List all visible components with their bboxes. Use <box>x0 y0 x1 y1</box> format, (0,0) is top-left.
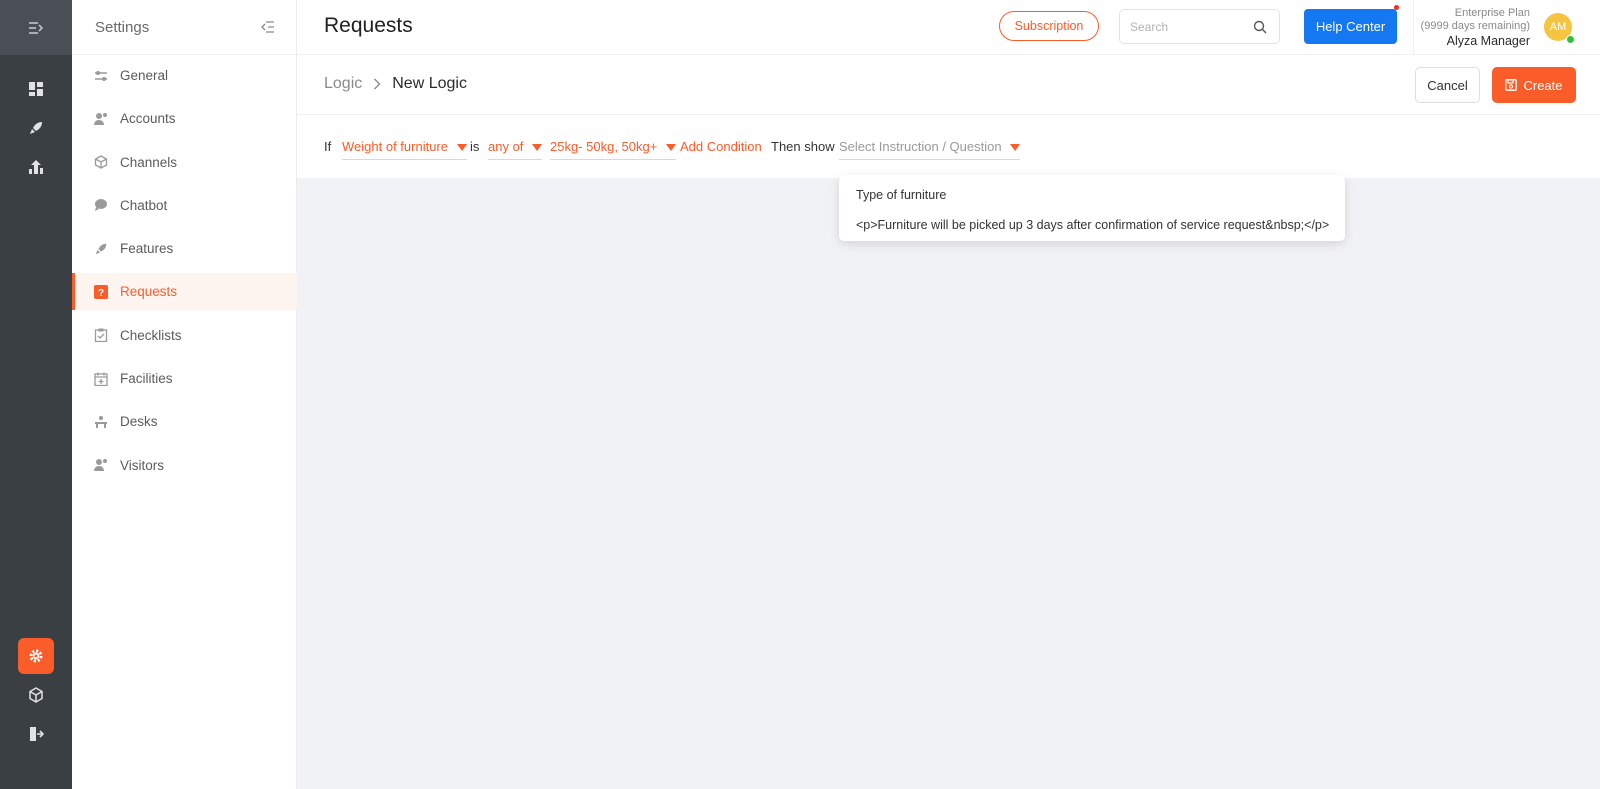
is-label: is <box>470 139 480 154</box>
instruction-select-placeholder: Select Instruction / Question <box>839 139 1002 154</box>
cube-icon <box>29 687 43 703</box>
dropdown-arrow-icon <box>666 143 677 151</box>
building-chart-icon <box>29 160 43 174</box>
dashboard-icon <box>29 82 43 96</box>
search-input[interactable] <box>1130 19 1250 34</box>
settings-item-features[interactable]: Features <box>72 230 297 267</box>
question-square-icon: ? <box>93 284 109 300</box>
dropdown-arrow-icon <box>532 143 543 151</box>
settings-item-label: Facilities <box>120 371 173 387</box>
visitor-icon <box>93 457 109 473</box>
add-condition-link[interactable]: Add Condition <box>680 139 762 155</box>
settings-panel: Settings General Accounts Channels Chatb… <box>72 0 297 789</box>
dropdown-arrow-icon <box>456 143 467 151</box>
notification-dot <box>1394 5 1399 10</box>
plan-name: Enterprise Plan <box>1454 7 1530 19</box>
breadcrumb-bar: Logic New Logic Cancel Create <box>297 56 1600 115</box>
online-status-dot <box>1566 35 1575 44</box>
clipboard-check-icon <box>93 327 109 343</box>
condition-values-select[interactable]: 25kg- 50kg, 50kg+ <box>550 139 677 160</box>
condition-operator-select[interactable]: any of <box>488 139 543 160</box>
rocket-icon <box>93 241 109 257</box>
breadcrumb-parent[interactable]: Logic <box>324 75 362 93</box>
user-name: Alyza Manager <box>1446 34 1530 48</box>
box-icon <box>93 154 109 170</box>
subscription-button[interactable]: Subscription <box>999 11 1099 41</box>
page-title: Requests <box>324 14 413 37</box>
create-button[interactable]: Create <box>1492 67 1576 103</box>
rail-logout-button[interactable] <box>18 716 54 752</box>
settings-item-visitors[interactable]: Visitors <box>72 447 297 484</box>
settings-item-chatbot[interactable]: Chatbot <box>72 187 297 224</box>
collapse-panel-button[interactable] <box>261 21 275 33</box>
settings-item-label: Accounts <box>120 111 176 127</box>
instruction-dropdown-menu: Type of furniture <p>Furniture will be p… <box>839 175 1345 241</box>
rail-dashboard-button[interactable] <box>18 71 54 107</box>
condition-field-value: Weight of furniture <box>342 139 448 154</box>
search-icon[interactable] <box>1253 20 1267 34</box>
create-label: Create <box>1523 77 1563 93</box>
users-icon <box>93 111 109 127</box>
settings-item-label: General <box>120 68 169 83</box>
then-show-label: Then show <box>771 139 835 154</box>
instruction-question-select[interactable]: Select Instruction / Question <box>839 139 1020 160</box>
settings-item-requests[interactable]: ? Requests <box>72 273 297 311</box>
settings-item-checklists[interactable]: Checklists <box>72 317 297 354</box>
chevron-right-icon <box>373 78 381 90</box>
header-divider <box>1413 0 1414 55</box>
settings-item-label: Desks <box>120 414 158 430</box>
dropdown-option[interactable]: Type of furniture <box>856 183 1345 217</box>
rail-settings-button[interactable] <box>18 638 54 674</box>
condition-field-select[interactable]: Weight of furniture <box>342 139 467 160</box>
condition-operator-value: any of <box>488 139 524 154</box>
logic-condition-bar: If Weight of furniture is any of 25kg- 5… <box>297 116 1600 178</box>
help-center-button[interactable]: Help Center <box>1304 9 1397 44</box>
expand-menu-button[interactable] <box>0 0 72 55</box>
sliders-icon <box>93 68 109 84</box>
collapse-icon <box>261 21 274 33</box>
chat-bubble-icon <box>93 197 109 213</box>
settings-item-channels[interactable]: Channels <box>72 144 297 181</box>
breadcrumb-current: New Logic <box>392 75 467 92</box>
save-icon <box>1505 79 1518 91</box>
cancel-button[interactable]: Cancel <box>1415 67 1480 103</box>
logic-canvas <box>297 178 1600 789</box>
dropdown-arrow-icon <box>1009 143 1020 151</box>
dropdown-option[interactable]: <p>Furniture will be picked up 3 days af… <box>856 217 1345 237</box>
plan-info: Enterprise Plan (9999 days remaining) Al… <box>1421 6 1530 50</box>
menu-expand-icon <box>29 21 44 34</box>
settings-item-label: Checklists <box>120 327 182 343</box>
rocket-icon <box>30 122 42 134</box>
icon-rail <box>0 0 72 789</box>
settings-item-facilities[interactable]: Facilities <box>72 360 297 397</box>
settings-item-label: Requests <box>120 284 178 300</box>
plan-remaining: (9999 days remaining) <box>1420 20 1530 32</box>
search-box <box>1119 9 1280 44</box>
svg-text:?: ? <box>98 288 104 299</box>
settings-item-general[interactable]: General <box>72 57 297 94</box>
settings-item-desks[interactable]: Desks <box>72 403 297 440</box>
top-bar: Requests Subscription Help Center Enterp… <box>297 0 1600 55</box>
settings-title: Settings <box>95 18 150 36</box>
settings-item-label: Visitors <box>120 457 165 473</box>
settings-menu: General Accounts Channels Chatbot Featur… <box>72 56 297 490</box>
if-label: If <box>324 139 332 154</box>
rail-building-button[interactable] <box>18 149 54 185</box>
settings-item-label: Chatbot <box>120 197 168 213</box>
condition-values-value: 25kg- 50kg, 50kg+ <box>550 139 658 154</box>
settings-item-accounts[interactable]: Accounts <box>72 100 297 137</box>
settings-item-label: Features <box>120 241 174 257</box>
settings-header: Settings <box>72 0 297 55</box>
rail-rocket-button[interactable] <box>18 110 54 146</box>
gear-icon <box>29 649 43 663</box>
rail-cube-button[interactable] <box>18 677 54 713</box>
breadcrumb: Logic New Logic <box>324 75 467 93</box>
settings-item-label: Channels <box>120 154 178 170</box>
calendar-plus-icon <box>93 371 109 387</box>
logout-icon <box>30 727 44 741</box>
desk-icon <box>93 414 109 430</box>
